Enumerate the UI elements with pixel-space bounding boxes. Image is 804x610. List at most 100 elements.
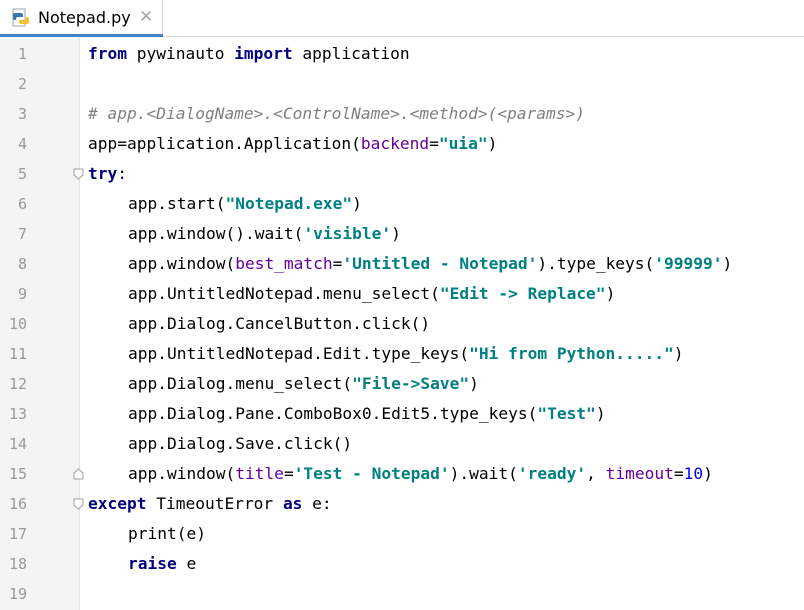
- code-token: app=application.Application(: [88, 134, 361, 153]
- code-line[interactable]: app.Dialog.Pane.ComboBox0.Edit5.type_key…: [128, 399, 804, 429]
- code-token: app.UntitledNotepad.Edit.type_keys(: [128, 344, 470, 363]
- code-line[interactable]: app.window().wait('visible'): [128, 219, 804, 249]
- code-token: app.window().wait(: [128, 224, 304, 243]
- line-number: 15: [8, 465, 27, 483]
- code-line[interactable]: app.start("Notepad.exe"): [128, 189, 804, 219]
- code-line[interactable]: app.window(title='Test - Notepad').wait(…: [128, 459, 804, 489]
- code-token: 'ready': [517, 464, 587, 483]
- line-number: 19: [8, 585, 27, 603]
- line-number: 18: [8, 555, 27, 573]
- code-line[interactable]: # app.<DialogName>.<ControlName>.<method…: [88, 99, 804, 129]
- code-line[interactable]: app.window(best_match='Untitled - Notepa…: [128, 249, 804, 279]
- line-number: 7: [17, 225, 27, 243]
- code-line[interactable]: app.Dialog.Save.click(): [128, 429, 804, 459]
- code-editor[interactable]: from pywinauto import application # app.<…: [80, 38, 804, 610]
- code-token: raise: [128, 554, 177, 573]
- code-token: ): [487, 134, 498, 153]
- code-token: app.Dialog.menu_select(: [128, 374, 353, 393]
- code-token: app.start(: [128, 194, 226, 213]
- code-token: # app.<DialogName>.<ControlName>.<method…: [88, 104, 586, 123]
- code-token: best_match: [235, 254, 333, 273]
- code-token: title: [235, 464, 284, 483]
- code-token: ): [703, 464, 713, 483]
- code-token: =: [429, 134, 439, 153]
- code-line[interactable]: app=application.Application(backend="uia…: [88, 129, 804, 159]
- line-number: 16: [8, 495, 27, 513]
- code-token: :: [117, 164, 127, 183]
- code-token: 'visible': [303, 224, 392, 243]
- code-token: 'Test - Notepad': [293, 464, 450, 483]
- code-line[interactable]: except TimeoutError as e:: [88, 489, 804, 519]
- code-line[interactable]: app.Dialog.menu_select("File->Save"): [128, 369, 804, 399]
- code-token: pywinauto: [126, 44, 235, 63]
- fold-marker-icon[interactable]: [73, 498, 84, 510]
- code-token: print(e): [128, 524, 206, 543]
- code-line[interactable]: try:: [88, 159, 804, 189]
- code-token: ,: [586, 464, 606, 483]
- code-token: 10: [683, 464, 704, 483]
- line-number: 10: [8, 315, 27, 333]
- line-number-gutter: 1 2 3 4 5 6 7 8 9 10 11 12 13 14 15 16 17 18 19: [0, 38, 80, 610]
- code-token: from: [88, 44, 127, 63]
- code-token: '99999': [654, 254, 723, 273]
- code-token: ): [391, 224, 401, 243]
- code-token: app.Dialog.CancelButton.click(): [128, 314, 431, 333]
- code-token: =: [673, 464, 684, 483]
- line-number: 12: [8, 375, 27, 393]
- code-token: "Notepad.exe": [225, 194, 353, 213]
- line-number: 13: [8, 405, 27, 423]
- code-line[interactable]: raise e: [128, 549, 804, 579]
- line-number: 11: [8, 345, 27, 363]
- code-token: ): [469, 374, 479, 393]
- fold-marker-icon[interactable]: [73, 168, 84, 180]
- code-token: ): [722, 254, 733, 273]
- code-token: backend: [360, 134, 430, 153]
- line-number: 9: [17, 285, 27, 303]
- python-file-icon: [12, 8, 29, 27]
- code-token: ): [673, 344, 684, 363]
- code-token: app.Dialog.Save.click(): [128, 434, 353, 453]
- line-number: 17: [8, 525, 27, 543]
- code-token: e:: [302, 494, 332, 513]
- line-number: 1: [17, 45, 27, 63]
- code-token: "Edit -> Replace": [439, 284, 606, 303]
- fold-marker-icon[interactable]: [73, 468, 84, 480]
- code-token: 'Untitled - Notepad': [342, 254, 538, 273]
- code-token: app.window(: [128, 464, 236, 483]
- tab-title: Notepad.py: [38, 8, 131, 27]
- code-token: application: [292, 44, 410, 63]
- code-line[interactable]: app.UntitledNotepad.Edit.type_keys("Hi f…: [128, 339, 804, 369]
- code-token: import: [234, 44, 293, 63]
- code-line[interactable]: [88, 579, 804, 609]
- close-icon[interactable]: ✕: [139, 7, 153, 27]
- code-line[interactable]: [88, 69, 804, 99]
- editor-tab-bar: Notepad.py ✕: [0, 0, 804, 37]
- line-number: 3: [17, 105, 27, 123]
- line-number: 8: [17, 255, 27, 273]
- code-token: "Hi from Python.....": [469, 344, 674, 363]
- line-number: 4: [17, 135, 27, 153]
- code-token: app.UntitledNotepad.menu_select(: [128, 284, 440, 303]
- tab-notepad-py[interactable]: Notepad.py ✕: [0, 0, 163, 37]
- code-token: "uia": [438, 134, 488, 153]
- code-token: ): [595, 404, 606, 423]
- code-token: e: [176, 554, 197, 573]
- code-token: timeout: [605, 464, 674, 483]
- code-token: as: [282, 494, 303, 513]
- code-token: "Test": [537, 404, 596, 423]
- code-line[interactable]: app.UntitledNotepad.menu_select("Edit ->…: [128, 279, 804, 309]
- code-token: ).wait(: [449, 464, 518, 483]
- code-token: app.window(: [128, 254, 236, 273]
- line-number: 14: [8, 435, 27, 453]
- line-number: 5: [17, 165, 27, 183]
- code-token: try: [88, 164, 118, 183]
- code-line[interactable]: app.Dialog.CancelButton.click(): [128, 309, 804, 339]
- code-token: except: [88, 494, 147, 513]
- code-token: TimeoutError: [146, 494, 283, 513]
- code-token: ): [605, 284, 616, 303]
- code-token: =: [283, 464, 294, 483]
- line-number: 6: [17, 195, 27, 213]
- code-line[interactable]: print(e): [128, 519, 804, 549]
- code-line[interactable]: from pywinauto import application: [88, 39, 804, 69]
- line-number: 2: [17, 75, 27, 93]
